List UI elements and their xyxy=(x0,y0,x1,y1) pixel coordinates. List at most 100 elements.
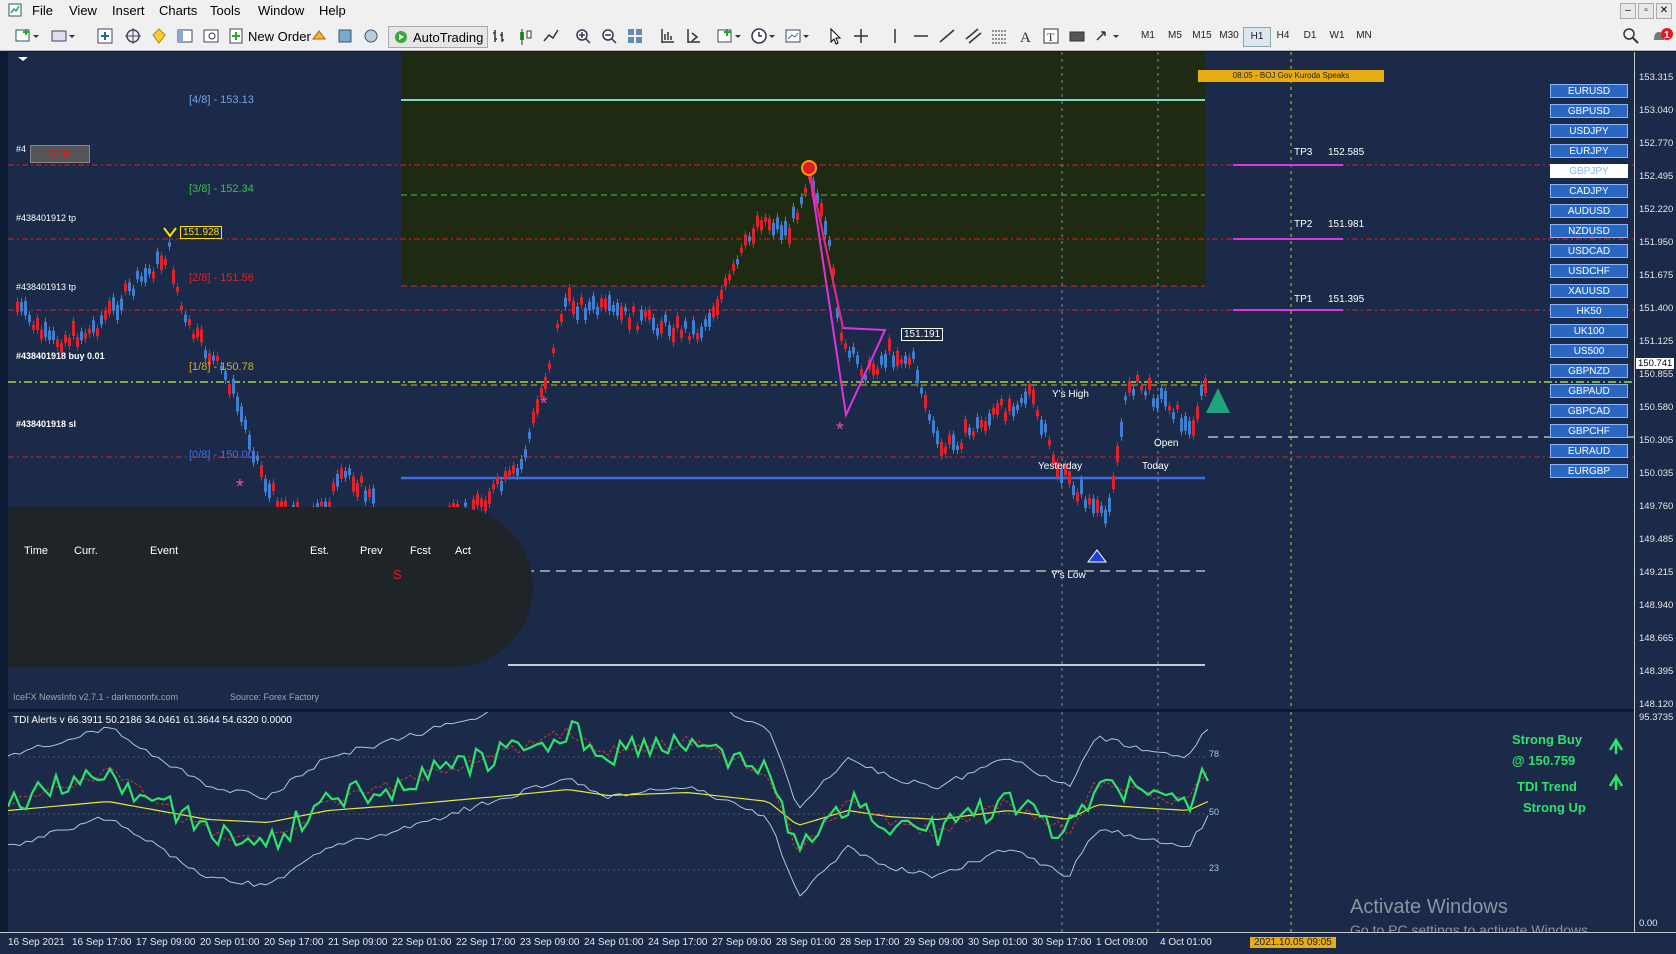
data-window-icon[interactable] xyxy=(150,26,168,46)
symbol-button-hk50[interactable]: HK50 xyxy=(1550,304,1628,318)
profiles-icon[interactable] xyxy=(50,26,78,46)
tdi-signal-line xyxy=(8,726,1209,854)
bar-chart-icon[interactable] xyxy=(490,26,508,46)
new-order-button[interactable]: New Order xyxy=(228,26,311,46)
symbol-button-gbpusd[interactable]: GBPUSD xyxy=(1550,104,1628,118)
tf-h1[interactable]: H1 xyxy=(1243,27,1271,47)
symbol-button-us500[interactable]: US500 xyxy=(1550,344,1628,358)
symbol-button-gbpjpy[interactable]: GBPJPY xyxy=(1550,164,1628,178)
menu-insert[interactable]: Insert xyxy=(112,3,145,18)
tf-d1[interactable]: D1 xyxy=(1297,27,1323,45)
menu-charts[interactable]: Charts xyxy=(159,3,197,18)
symbol-button-audusd[interactable]: AUDUSD xyxy=(1550,204,1628,218)
metaeditor-icon[interactable] xyxy=(310,26,328,46)
candle-body xyxy=(368,488,371,498)
arrows-icon[interactable] xyxy=(1094,26,1122,46)
candlestick-icon[interactable] xyxy=(516,26,534,46)
candle-body xyxy=(584,307,587,321)
indicators-icon[interactable] xyxy=(716,26,744,46)
candle-body xyxy=(68,337,71,347)
candle-body xyxy=(1040,419,1043,435)
horizontal-line-icon[interactable] xyxy=(912,26,930,46)
vps-icon[interactable] xyxy=(362,26,380,46)
autotrading-button[interactable]: AutoTrading xyxy=(388,26,489,48)
chart-shift-icon[interactable] xyxy=(658,26,676,46)
trendline-icon[interactable] xyxy=(938,26,956,46)
symbol-button-xauusd[interactable]: XAUUSD xyxy=(1550,284,1628,298)
text-label-icon[interactable]: T xyxy=(1042,26,1060,46)
signals-icon[interactable] xyxy=(336,26,354,46)
menu-view[interactable]: View xyxy=(69,3,97,18)
cursor-icon[interactable] xyxy=(826,26,844,46)
minimize-button[interactable]: – xyxy=(1620,3,1636,19)
candle-body xyxy=(636,325,639,331)
text-icon[interactable]: A xyxy=(1016,26,1034,46)
close-button[interactable]: ✕ xyxy=(1656,3,1672,19)
tf-m1[interactable]: M1 xyxy=(1135,27,1161,45)
tf-m30[interactable]: M30 xyxy=(1216,27,1242,45)
menu-help[interactable]: Help xyxy=(319,3,346,18)
symbol-button-usdchf[interactable]: USDCHF xyxy=(1550,264,1628,278)
tf-mn[interactable]: MN xyxy=(1351,27,1377,45)
symbol-button-usdcad[interactable]: USDCAD xyxy=(1550,244,1628,258)
notification-count: 1 xyxy=(1664,30,1670,41)
restore-button[interactable]: ▫ xyxy=(1638,3,1654,19)
symbol-button-cadjpy[interactable]: CADJPY xyxy=(1550,184,1628,198)
price-axis[interactable]: 153.315 153.040 152.770 152.495 152.220 151.9… xyxy=(1634,52,1676,932)
symbol-button-gbpaud[interactable]: GBPAUD xyxy=(1550,384,1628,398)
symbol-button-uk100[interactable]: UK100 xyxy=(1550,324,1628,338)
main-chart[interactable]: * * * [4/8] - 153.13 [3/8] - 152.34 [2/8… xyxy=(8,52,1634,709)
menu-file[interactable]: File xyxy=(32,3,53,18)
time-tick: 28 Sep 01:00 xyxy=(776,937,836,948)
time-tick: 29 Sep 09:00 xyxy=(904,937,964,948)
search-icon[interactable] xyxy=(1622,26,1640,46)
tf-h4[interactable]: H4 xyxy=(1270,27,1296,45)
candle-body xyxy=(48,330,51,340)
news-banner[interactable]: 08:05 - BOJ Gov Kuroda Speaks xyxy=(1198,70,1384,82)
symbol-button-gbpcad[interactable]: GBPCAD xyxy=(1550,404,1628,418)
candle-body xyxy=(344,470,347,478)
tdi-indicator-pane[interactable]: TDI Alerts v 66.3911 50.2186 34.0461 61.… xyxy=(8,712,1634,932)
candle-body xyxy=(136,270,139,280)
symbol-button-usdjpy[interactable]: USDJPY xyxy=(1550,124,1628,138)
navigator-icon[interactable] xyxy=(124,26,142,46)
shapes-icon[interactable] xyxy=(1068,26,1086,46)
vertical-line-icon[interactable] xyxy=(886,26,904,46)
tester-icon[interactable] xyxy=(202,26,220,46)
menu-tools[interactable]: Tools xyxy=(210,3,240,18)
line-chart-icon[interactable] xyxy=(542,26,560,46)
symbol-button-gbpnzd[interactable]: GBPNZD xyxy=(1550,364,1628,378)
tile-windows-icon[interactable] xyxy=(626,26,644,46)
price-tick: 150.035 xyxy=(1639,468,1674,479)
tf-m15[interactable]: M15 xyxy=(1189,27,1215,45)
symbol-button-eurusd[interactable]: EURUSD xyxy=(1550,84,1628,98)
tf-m5[interactable]: M5 xyxy=(1162,27,1188,45)
terminal-icon[interactable] xyxy=(176,26,194,46)
candle-body xyxy=(1180,418,1183,432)
notifications-icon[interactable] xyxy=(1650,26,1674,46)
symbol-button-eurgbp[interactable]: EURGBP xyxy=(1550,464,1628,478)
candle-body xyxy=(512,465,515,474)
time-tick: 27 Sep 09:00 xyxy=(712,937,772,948)
symbol-button-euraud[interactable]: EURAUD xyxy=(1550,444,1628,458)
symbol-button-eurjpy[interactable]: EURJPY xyxy=(1550,144,1628,158)
zoom-out-icon[interactable] xyxy=(600,26,618,46)
crosshair-icon[interactable] xyxy=(852,26,870,46)
tf-w1[interactable]: W1 xyxy=(1324,27,1350,45)
channel-icon[interactable] xyxy=(964,26,982,46)
periods-icon[interactable] xyxy=(750,26,778,46)
fibonacci-icon[interactable] xyxy=(990,26,1008,46)
time-axis[interactable]: 16 Sep 2021 16 Sep 17:00 17 Sep 09:00 20 Se… xyxy=(0,932,1676,954)
atr-button[interactable]: ATR xyxy=(30,145,90,163)
autoscroll-icon[interactable] xyxy=(684,26,702,46)
menu-window[interactable]: Window xyxy=(258,3,304,18)
candle-body xyxy=(684,320,687,329)
new-chart-icon[interactable] xyxy=(14,26,42,46)
templates-icon[interactable] xyxy=(784,26,812,46)
market-watch-icon[interactable] xyxy=(96,26,114,46)
zoom-in-icon[interactable] xyxy=(574,26,592,46)
symbol-button-gbpchf[interactable]: GBPCHF xyxy=(1550,424,1628,438)
candle-body xyxy=(980,420,983,428)
symbol-button-nzdusd[interactable]: NZDUSD xyxy=(1550,224,1628,238)
price-tick: 148.940 xyxy=(1639,600,1674,611)
